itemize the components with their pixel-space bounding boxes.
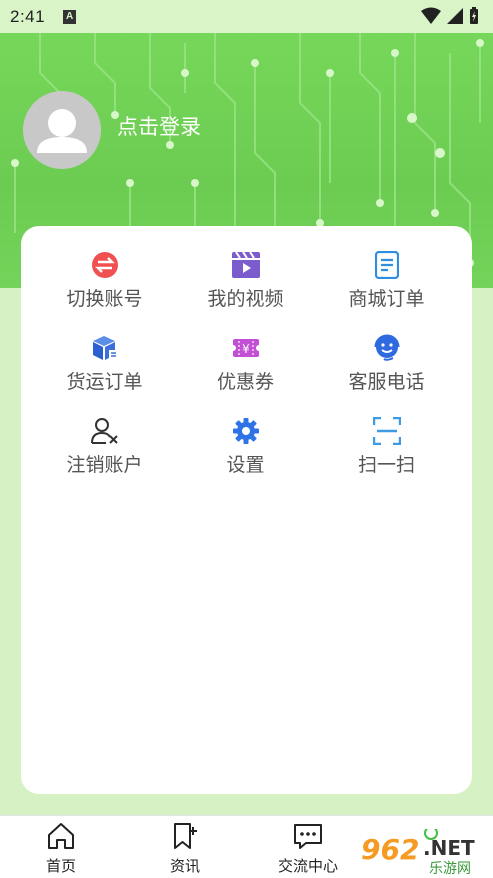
menu-item-customer-service[interactable]: 客服电话 [316, 333, 457, 416]
tab-home[interactable]: 首页 [16, 820, 106, 876]
bookmark-add-icon [169, 820, 201, 852]
remove-user-icon [90, 416, 120, 446]
menu-item-label: 设置 [226, 455, 265, 476]
menu-card: 切换账号 我的视频 商城订单 货运订单 ¥ 优惠券 客服电话 注销账户 设置 扫… [21, 226, 472, 794]
menu-item-label: 注销账户 [66, 455, 143, 476]
status-bar: 2:41 A [0, 0, 493, 33]
login-prompt[interactable]: 点击登录 [117, 111, 201, 141]
menu-grid: 切换账号 我的视频 商城订单 货运订单 ¥ 优惠券 客服电话 注销账户 设置 扫… [21, 250, 472, 499]
site-watermark: 962 .NET 乐游网 [359, 826, 487, 877]
menu-item-freight-orders[interactable]: 货运订单 [34, 333, 175, 416]
status-icons [421, 7, 479, 25]
tab-label: 资讯 [169, 858, 200, 875]
menu-item-label: 商城订单 [348, 289, 425, 310]
watermark-brand: 962 [361, 833, 419, 866]
avatar[interactable] [23, 91, 101, 169]
chat-icon [292, 820, 324, 852]
coupon-icon: ¥ [231, 333, 261, 363]
svg-text:¥: ¥ [242, 342, 250, 356]
battery-icon [470, 7, 478, 24]
tab-news[interactable]: 资讯 [140, 820, 230, 876]
menu-item-settings[interactable]: 设置 [175, 416, 316, 499]
menu-item-mall-orders[interactable]: 商城订单 [316, 250, 457, 333]
home-icon [45, 820, 77, 852]
tab-label: 交流中心 [277, 858, 338, 875]
menu-item-label: 扫一扫 [357, 455, 415, 476]
menu-item-label: 客服电话 [348, 372, 425, 393]
watermark-suffix: .NET [423, 836, 475, 860]
gear-icon [231, 416, 261, 446]
menu-item-label: 切换账号 [66, 289, 143, 310]
tab-community[interactable]: 交流中心 [263, 820, 353, 876]
wifi-icon [421, 7, 441, 24]
menu-item-label: 优惠券 [216, 372, 274, 393]
default-avatar-icon [37, 109, 87, 153]
menu-item-label: 货运订单 [66, 372, 143, 393]
signal-icon [447, 8, 463, 24]
notification-icon: A [63, 9, 77, 24]
switch-account-icon [90, 250, 120, 280]
menu-item-deregister-account[interactable]: 注销账户 [34, 416, 175, 499]
video-icon [231, 250, 261, 280]
scan-icon [372, 416, 402, 446]
menu-item-label: 我的视频 [207, 289, 284, 310]
tab-label: 首页 [45, 858, 76, 875]
menu-item-coupons[interactable]: ¥ 优惠券 [175, 333, 316, 416]
menu-item-my-videos[interactable]: 我的视频 [175, 250, 316, 333]
menu-item-switch-account[interactable]: 切换账号 [34, 250, 175, 333]
package-icon [90, 333, 120, 363]
customer-service-icon [372, 333, 402, 363]
menu-item-scan[interactable]: 扫一扫 [316, 416, 457, 499]
order-list-icon [372, 250, 402, 280]
status-time: 2:41 [10, 6, 46, 26]
watermark-sub: 乐游网 [429, 861, 471, 875]
